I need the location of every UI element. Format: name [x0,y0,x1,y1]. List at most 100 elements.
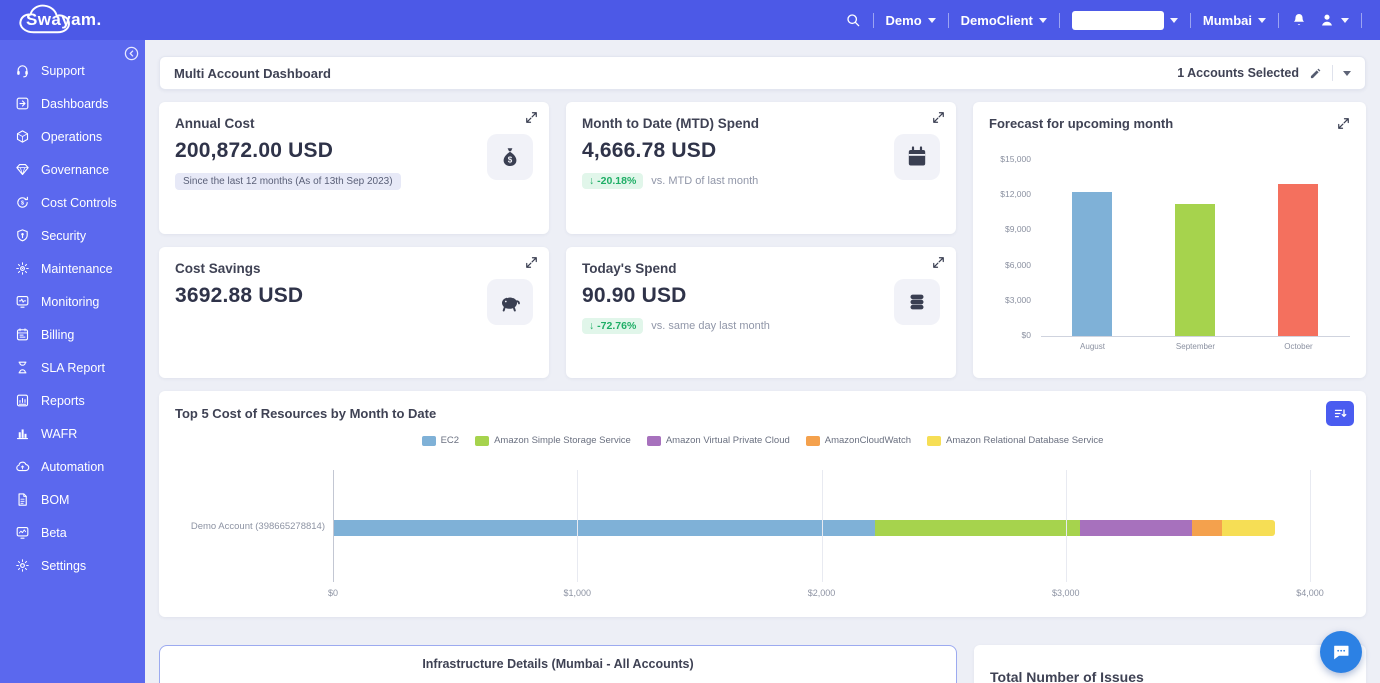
topbar-menu-demo-client[interactable]: DemoClient [961,13,1047,28]
forecast-x-axis: AugustSeptemberOctober [1041,342,1350,351]
issues-title: Total Number of Issues [990,669,1144,683]
legend-swatch [806,436,820,446]
legend-label: Amazon Relational Database Service [946,435,1103,446]
cloud-automation-icon [15,459,30,474]
sidebar-item-settings[interactable]: Settings [0,549,145,582]
topbar-menu-client-account[interactable] [1072,11,1178,30]
legend-swatch [647,436,661,446]
sort-button[interactable] [1326,401,1354,426]
y-axis-label: $15,000 [1000,154,1031,164]
sidebar-item-maintenance[interactable]: Maintenance [0,252,145,285]
top5-card: Top 5 Cost of Resources by Month to Date… [159,391,1366,617]
sidebar-item-automation[interactable]: Automation [0,450,145,483]
sidebar-item-operations[interactable]: Operations [0,120,145,153]
brand-name: Swayam. [12,10,102,30]
topbar-menu-region[interactable]: Mumbai [1203,13,1266,28]
sidebar-item-beta[interactable]: Beta [0,516,145,549]
chart-legend: EC2 Amazon Simple Storage Service Amazon V… [175,435,1350,446]
sidebar-item-dashboards[interactable]: Dashboards [0,87,145,120]
sidebar-item-security[interactable]: Security [0,219,145,252]
kpi-title: Today's Spend [582,261,940,276]
sidebar-item-label: Support [41,64,85,78]
forecast-card: Forecast for upcoming month $15,000$12,0… [973,102,1366,378]
divider [1059,13,1060,28]
sidebar-item-label: Governance [41,163,109,177]
legend-item-amazoncloudwatch[interactable]: AmazonCloudWatch [806,435,911,446]
delta-badge: ↓ -20.18% [582,173,643,189]
kpi-value: 3692.88 USD [175,284,533,308]
sidebar-item-bom[interactable]: BOM [0,483,145,516]
kpi-card-todays-spend: Today's Spend90.90 USD↓ -72.76%vs. same … [566,247,956,378]
legend-item-amazon-simple-storage-service[interactable]: Amazon Simple Storage Service [475,435,631,446]
pencil-icon[interactable] [1309,67,1322,80]
forecast-title: Forecast for upcoming month [989,116,1173,131]
sidebar-item-label: Billing [41,328,74,342]
sidebar-item-governance[interactable]: Governance [0,153,145,186]
expand-icon[interactable] [932,111,945,124]
expand-icon[interactable] [525,256,538,269]
hourglass-icon [15,360,30,375]
sidebar-item-monitoring[interactable]: Monitoring [0,285,145,318]
sidebar-item-sla-report[interactable]: SLA Report [0,351,145,384]
sidebar-item-wafr[interactable]: WAFR [0,417,145,450]
expand-icon[interactable] [932,256,945,269]
forecast-bar-september [1175,204,1215,336]
sidebar-collapse-button[interactable] [123,45,140,62]
coins-icon [905,290,929,314]
accounts-dropdown-caret[interactable] [1343,71,1351,76]
top5-title: Top 5 Cost of Resources by Month to Date [175,406,436,421]
x-axis-label: $0 [328,588,338,598]
wrench-gear-icon [15,261,30,276]
sidebar-nav: Support DashboardsOperations Governance $Co… [0,54,145,582]
sidebar-item-label: Cost Controls [41,196,117,210]
sidebar-item-billing[interactable]: Billing [0,318,145,351]
kpi-icon-tile [894,134,940,180]
cube-icon [15,129,30,144]
bar-segment-amazoncloudwatch [1192,520,1223,536]
top5-x-axis: $0$1,000$2,000$3,000$4,000 [333,588,1310,600]
dashboard-icon [15,96,30,111]
search-icon[interactable] [845,12,861,28]
sidebar-item-label: Security [41,229,86,243]
infrastructure-title: Infrastructure Details (Mumbai - All Acc… [422,657,693,683]
sidebar-item-reports[interactable]: Reports [0,384,145,417]
x-axis-label: $4,000 [1296,588,1324,598]
kpi-icon-tile: $ [487,134,533,180]
chevron-down-icon [928,18,936,23]
sidebar-item-label: BOM [41,493,69,507]
forecast-y-axis: $15,000$12,000$9,000$6,000$3,000$0 [989,154,1041,340]
legend-label: Amazon Simple Storage Service [494,435,631,446]
bottom-row: Infrastructure Details (Mumbai - All Acc… [159,645,1366,683]
sidebar-item-label: Beta [41,526,67,540]
sidebar-item-cost-controls[interactable]: $Cost Controls [0,186,145,219]
expand-icon[interactable] [1337,117,1350,130]
forecast-plot [1041,157,1350,337]
top5-plot [333,470,1310,582]
y-axis-label: $3,000 [1005,295,1031,305]
page-header-bar: Multi Account Dashboard 1 Accounts Selec… [159,56,1366,90]
chevron-down-icon [1341,18,1349,23]
user-menu[interactable] [1319,12,1349,28]
kpi-card-annual-cost: Annual Cost200,872.00 USDSince the last … [159,102,549,234]
legend-item-ec2[interactable]: EC2 [422,435,459,446]
divider [1190,13,1191,28]
calendar-icon [905,145,929,169]
gridline [822,470,823,582]
app-root: Swayam. Demo DemoClient Mumbai Support Dash… [0,0,1380,683]
chat-fab-button[interactable] [1320,631,1362,673]
legend-item-amazon-virtual-private-cloud[interactable]: Amazon Virtual Private Cloud [647,435,790,446]
topbar-right: Demo DemoClient Mumbai [845,11,1362,30]
infrastructure-details-header[interactable]: Infrastructure Details (Mumbai - All Acc… [159,645,957,683]
bell-icon[interactable] [1291,12,1307,28]
kpi-icon-tile [487,279,533,325]
expand-icon[interactable] [525,111,538,124]
topbar-menu-demo[interactable]: Demo [886,13,936,28]
piggy-bank-icon [498,290,522,314]
delta-note: vs. MTD of last month [651,175,758,187]
forecast-bar-august [1072,192,1112,336]
kpi-subtext: ↓ -72.76%vs. same day last month [582,318,940,334]
x-axis-label: October [1247,342,1350,351]
brand-logo[interactable]: Swayam. [12,0,142,40]
legend-item-amazon-relational-database-service[interactable]: Amazon Relational Database Service [927,435,1103,446]
legend-swatch [927,436,941,446]
